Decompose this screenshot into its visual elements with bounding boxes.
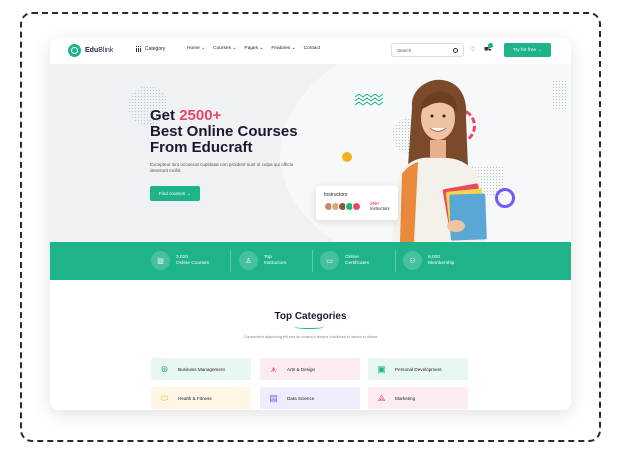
try-for-free-button[interactable]: Try for free → (504, 43, 551, 57)
main-menu: Home ⌄ Courses ⌄ Pages ⌄ Features ⌄ Cont… (187, 46, 320, 51)
instructor-avatars (324, 202, 361, 211)
find-courses-button[interactable]: Find courses → (150, 186, 200, 201)
logo-text-rest: Blink (98, 47, 114, 54)
stat-label: Instructors (264, 260, 287, 266)
grid-icon (136, 46, 142, 52)
pills-icon: ⬭ (160, 392, 169, 403)
briefcase-icon: ⊛ (160, 363, 169, 374)
menu-contact[interactable]: Contact (304, 46, 321, 51)
category-label: Data Science (287, 395, 315, 401)
category-menu[interactable]: Category (136, 46, 165, 52)
hero-section: Get 2500+ Best Online Courses From Educr… (50, 64, 571, 242)
category-label: Business Management (178, 366, 225, 372)
divider (395, 250, 396, 272)
hero-title: Get 2500+ Best Online Courses From Educr… (150, 108, 298, 156)
cart-badge (488, 43, 493, 48)
categories-subtitle: Consectetur adipiscing elit sed do eiusm… (243, 335, 378, 339)
menu-pages[interactable]: Pages ⌄ (244, 46, 263, 51)
category-health-fitness[interactable]: ⬭ Health & Fitness (151, 387, 251, 409)
stat-instructors: ♙ Top Instructors (239, 251, 286, 270)
search-icon[interactable] (453, 47, 458, 53)
megaphone-icon: ⟁ (377, 392, 386, 403)
instructors-card-title: Instructors (324, 192, 348, 198)
logo-badge-icon (68, 44, 81, 57)
instructors-count: 200+ Instructors (370, 201, 390, 211)
stats-bar: ▥ 3,020 Online Courses ♙ Top Instructors ▭… (50, 242, 571, 280)
search-input[interactable]: Search (391, 43, 464, 57)
category-personal-development[interactable]: ▣ Personal Development (368, 358, 468, 380)
divider (230, 250, 231, 272)
website-preview: EduBlink Category Home ⌄ Courses ⌄ Pages… (50, 38, 571, 410)
stat-value: 3,020 (176, 254, 189, 260)
site-header: EduBlink Category Home ⌄ Courses ⌄ Pages… (50, 38, 571, 64)
categories-title: Top Categories (274, 311, 347, 322)
divider (312, 250, 313, 272)
stat-certificates: ▭ Online Certificates (320, 251, 369, 270)
category-label: Health & Fitness (178, 395, 212, 401)
stat-value: Online (345, 254, 359, 260)
person-board-icon: ▣ (377, 363, 386, 374)
category-marketing[interactable]: ⟁ Marketing (368, 387, 468, 409)
menu-home[interactable]: Home ⌄ (187, 46, 205, 51)
avatar (352, 202, 361, 211)
easel-icon: ⩚ (270, 363, 277, 374)
stat-label: Membership (428, 260, 455, 266)
category-data-science[interactable]: ▤ Data Science (260, 387, 360, 409)
logo-text-bold: Edu (85, 47, 99, 54)
logo[interactable]: EduBlink (68, 44, 113, 57)
data-icon: ▤ (269, 392, 278, 403)
hero-description: Excepteur sint occaecat cupidatat non pr… (150, 162, 294, 174)
books-icon: ▥ (151, 251, 170, 270)
menu-features[interactable]: Features ⌄ (271, 46, 295, 51)
category-label: Marketing (395, 395, 416, 401)
instructors-count-label: Instructors (370, 206, 390, 211)
title-underline (294, 325, 324, 329)
dot-pattern (552, 80, 568, 110)
stat-value: 6,000 (428, 254, 441, 260)
stat-membership: ⚇ 6,000 Membership (403, 251, 454, 270)
stat-label: Certificates (345, 260, 369, 266)
instructors-card: Instructors 200+ Instructors (316, 186, 398, 220)
menu-courses[interactable]: Courses ⌄ (213, 46, 236, 51)
stat-courses: ▥ 3,020 Online Courses (151, 251, 209, 270)
yellow-dot-decoration (342, 152, 352, 162)
category-label: Arts & Design (287, 366, 316, 372)
stat-value: Top (264, 254, 272, 260)
hero-title-line2: Best Online Courses (150, 123, 298, 140)
hero-title-get: Get (150, 107, 176, 124)
search-placeholder: Search (397, 48, 412, 53)
heart-icon[interactable]: ♡ (470, 46, 475, 53)
members-icon: ⚇ (403, 251, 422, 270)
category-arts-design[interactable]: ⩚ Arts & Design (260, 358, 360, 380)
hero-title-number: 2500+ (179, 107, 222, 124)
category-label: Personal Development (395, 366, 442, 372)
stat-label: Online Courses (176, 260, 210, 266)
category-business-management[interactable]: ⊛ Business Management (151, 358, 251, 380)
certificate-icon: ▭ (320, 251, 339, 270)
category-label: Category (145, 46, 166, 52)
teacher-icon: ♙ (239, 251, 258, 270)
hero-title-line3: From Educraft (150, 139, 253, 156)
